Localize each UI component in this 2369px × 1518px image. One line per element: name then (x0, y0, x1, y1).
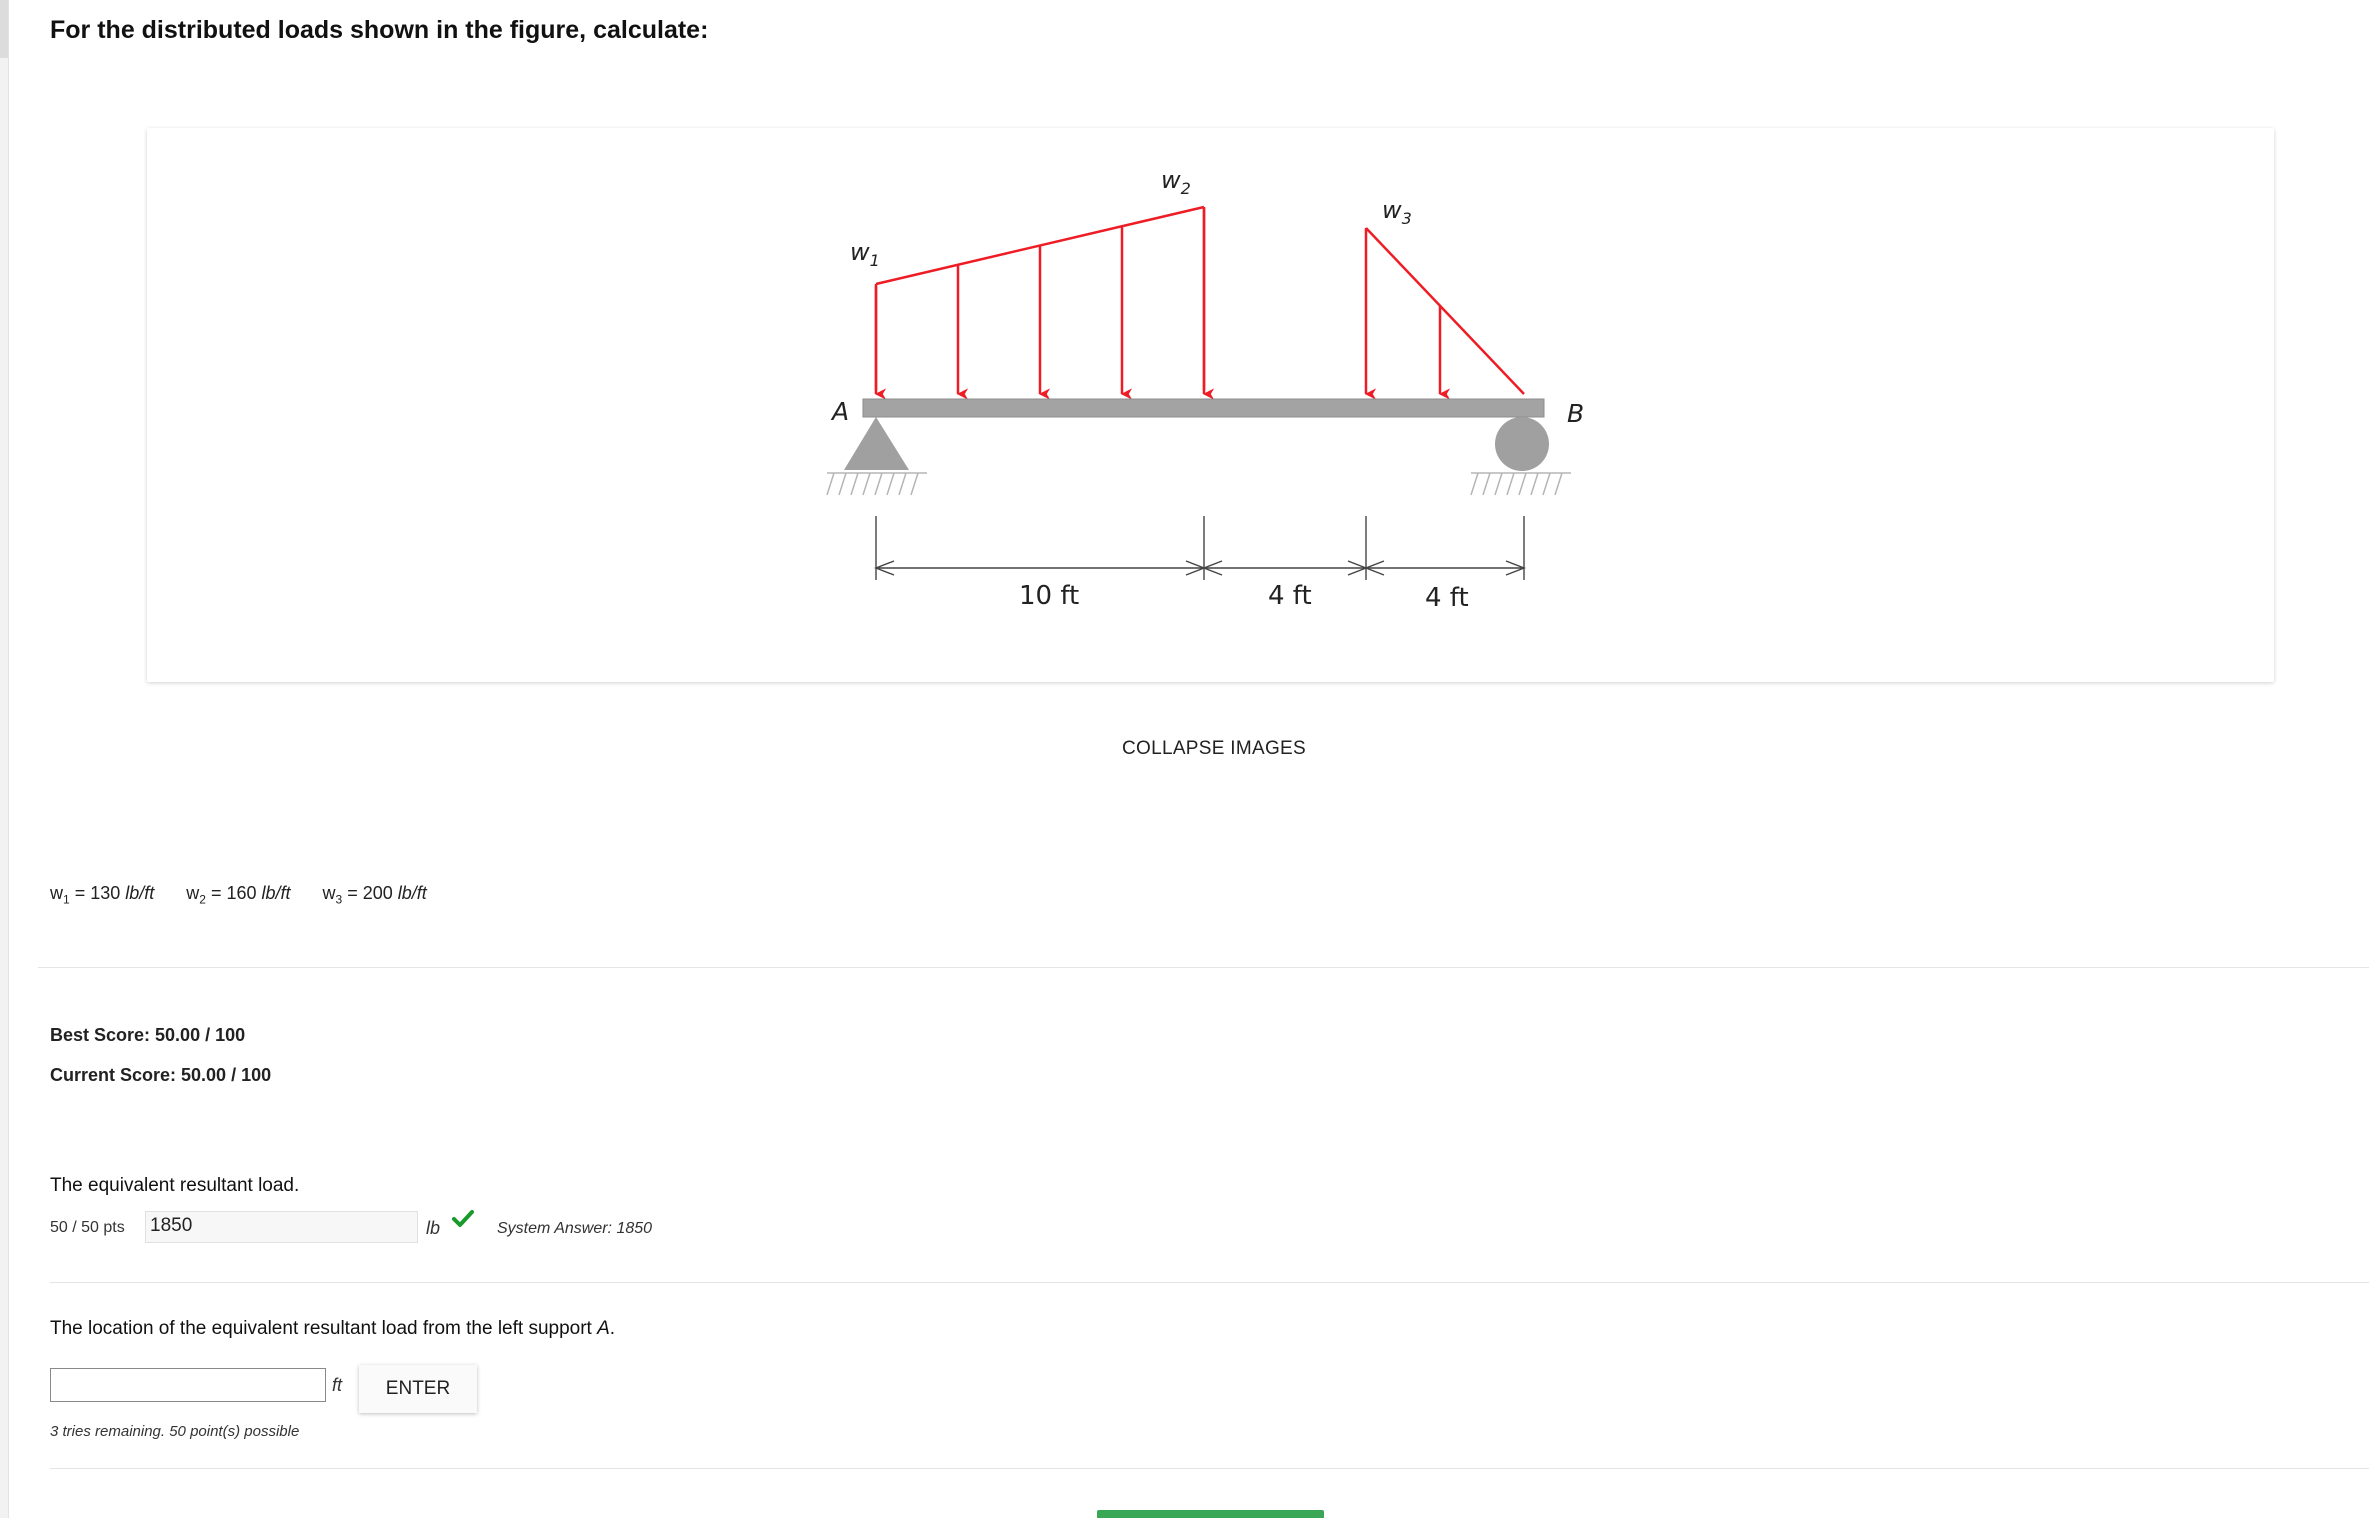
part2-answer-input[interactable] (50, 1368, 326, 1402)
current-score: Current Score: 50.00 / 100 (50, 1065, 272, 1085)
dimension-label-2: 4 ft (1268, 581, 1312, 611)
divider (50, 1468, 2369, 1469)
ground-hatch-a (826, 472, 927, 496)
dimension-label-1: 10 ft (1019, 581, 1079, 611)
given-variables: w1 = 130 lb/ft w2 = 160 lb/ft w3 = 200 l… (50, 883, 427, 907)
part1-prompt: The equivalent resultant load. (50, 1175, 300, 1196)
dimension-label-3: 4 ft (1425, 583, 1469, 613)
variable-w3: w3 = 200 lb/ft (322, 883, 427, 907)
best-score: Best Score: 50.00 / 100 (50, 1025, 246, 1045)
part2-prompt: The location of the equivalent resultant… (50, 1318, 616, 1339)
load-arrows-segment-1 (874, 208, 1215, 400)
triangular-load (1364, 227, 1525, 400)
collapse-images-button[interactable]: COLLAPSE IMAGES (1122, 738, 1306, 760)
label-a: A (830, 397, 849, 426)
divider (50, 1282, 2369, 1283)
variable-w2: w2 = 160 lb/ft (186, 883, 291, 907)
figure-card: w1 w2 w3 A B 10 ft 4 ft 4 ft (147, 128, 2274, 682)
tries-remaining: 3 tries remaining. 50 point(s) possible (50, 1423, 300, 1440)
part1-points: 50 / 50 pts (50, 1219, 125, 1236)
pin-support-a (844, 417, 909, 470)
part1-answer-field: 1850 (145, 1211, 418, 1243)
label-w2: w2 (1161, 166, 1191, 198)
dimension-lines (874, 516, 1526, 580)
beam (862, 398, 1545, 418)
system-answer: System Answer: 1850 (497, 1220, 653, 1237)
roller-support-b (1495, 417, 1549, 471)
part1-unit: lb (426, 1218, 441, 1238)
correct-check-icon (452, 1210, 474, 1227)
part2-unit: ft (332, 1375, 343, 1395)
question-title: For the distributed loads shown in the f… (50, 16, 709, 44)
beam-figure: w1 w2 w3 A B 10 ft 4 ft 4 ft (826, 166, 1584, 613)
variable-w1: w1 = 130 lb/ft (50, 883, 155, 907)
label-b: B (1567, 399, 1584, 428)
ground-hatch-b (1470, 472, 1571, 496)
enter-button[interactable]: ENTER (359, 1365, 477, 1413)
label-w1: w1 (850, 238, 880, 270)
divider (38, 967, 2369, 968)
submit-button[interactable] (1097, 1510, 1324, 1518)
label-w3: w3 (1382, 196, 1412, 228)
left-edge-tab (0, 0, 8, 58)
left-edge-bar (0, 0, 9, 1518)
